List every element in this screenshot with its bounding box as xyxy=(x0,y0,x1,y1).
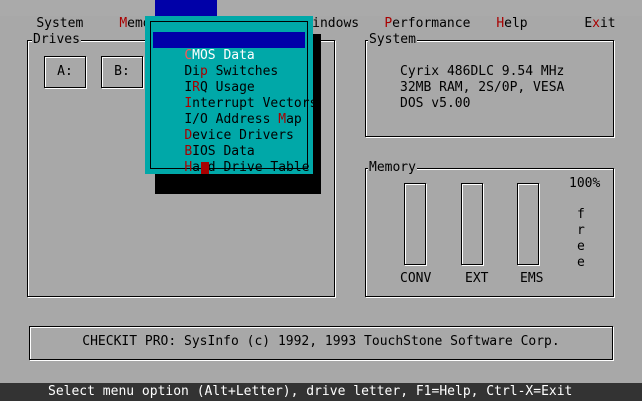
system-title: System xyxy=(368,32,417,47)
free-letter: e xyxy=(577,239,585,254)
menu-exit-hotkey: x xyxy=(592,16,600,31)
menu-item-hard-drive-table[interactable]: Hard Drive Table xyxy=(153,144,309,175)
menu-system[interactable]: System xyxy=(5,0,83,31)
menu-scroll-indicator[interactable] xyxy=(201,162,209,174)
menu-help[interactable]: Help xyxy=(465,0,527,31)
ems-label: EMS xyxy=(520,271,544,286)
setup-dropdown: CMOS Data Dip Switches IRQ Usage Interru… xyxy=(145,16,317,175)
status-text: Select menu option (Alt+Letter), drive l… xyxy=(48,384,573,399)
menu-item-device-drivers[interactable]: Device Drivers xyxy=(153,112,305,143)
menu-exit-label: it xyxy=(599,16,616,31)
menu-setup[interactable]: Setup xyxy=(155,0,231,31)
free-letter: f xyxy=(577,207,585,222)
menu-windows[interactable]: Windows xyxy=(273,0,359,31)
ext-gauge xyxy=(461,183,483,265)
menu-exit[interactable]: Exit xyxy=(553,0,615,31)
menu-dos[interactable]: DOS xyxy=(225,0,279,31)
menu-item-dip-switches[interactable]: Dip Switches xyxy=(153,48,305,79)
menu-help-label: elp xyxy=(504,16,528,31)
ems-gauge xyxy=(517,183,539,265)
system-dos-version: DOS v5.00 xyxy=(400,96,471,111)
conv-label: CONV xyxy=(400,271,432,286)
memory-title: Memory xyxy=(368,160,417,175)
ext-label: EXT xyxy=(465,271,489,286)
copyright-text: CHECKIT PRO: SysInfo (c) 1992, 1993 Touc… xyxy=(82,334,560,349)
menu-item-bios-data[interactable]: BIOS Data xyxy=(153,128,305,159)
menu-item-interrupt-vectors[interactable]: Interrupt Vectors xyxy=(153,80,317,111)
menu-performance-label: erformance xyxy=(392,16,471,31)
menu-item-cmos-data[interactable]: CMOS Data xyxy=(153,32,305,63)
menu-help-hotkey: H xyxy=(496,16,505,31)
conv-gauge xyxy=(404,183,426,265)
system-memory-info: 32MB RAM, 2S/0P, VESA xyxy=(400,80,565,95)
drives-title: Drives xyxy=(32,32,81,47)
menu-item-hotkey: H xyxy=(184,160,193,175)
menu-exit-pre: E xyxy=(584,16,593,31)
menu-performance-hotkey: P xyxy=(384,16,393,31)
menu-bar: System Memory Setup DOS Windows Performa… xyxy=(0,0,642,31)
system-cpu: Cyrix 486DLC 9.54 MHz xyxy=(400,64,565,79)
menu-performance[interactable]: Performance xyxy=(353,0,470,31)
menu-system-label: System xyxy=(36,16,84,31)
menu-item-label: ard Drive Table xyxy=(192,160,310,175)
free-letter: e xyxy=(577,255,585,270)
menu-memory-hotkey: M xyxy=(119,16,128,31)
drive-b-button[interactable]: B: xyxy=(101,56,143,88)
menu-item-irq-usage[interactable]: IRQ Usage xyxy=(153,64,305,95)
free-letter: r xyxy=(577,223,585,238)
memory-percent: 100% xyxy=(569,176,601,191)
drive-a-button[interactable]: A: xyxy=(44,56,86,88)
menu-memory[interactable]: Memory xyxy=(88,0,166,31)
menu-item-io-address-map[interactable]: I/O Address Map xyxy=(153,96,305,127)
status-bar: Select menu option (Alt+Letter), drive l… xyxy=(0,383,642,401)
